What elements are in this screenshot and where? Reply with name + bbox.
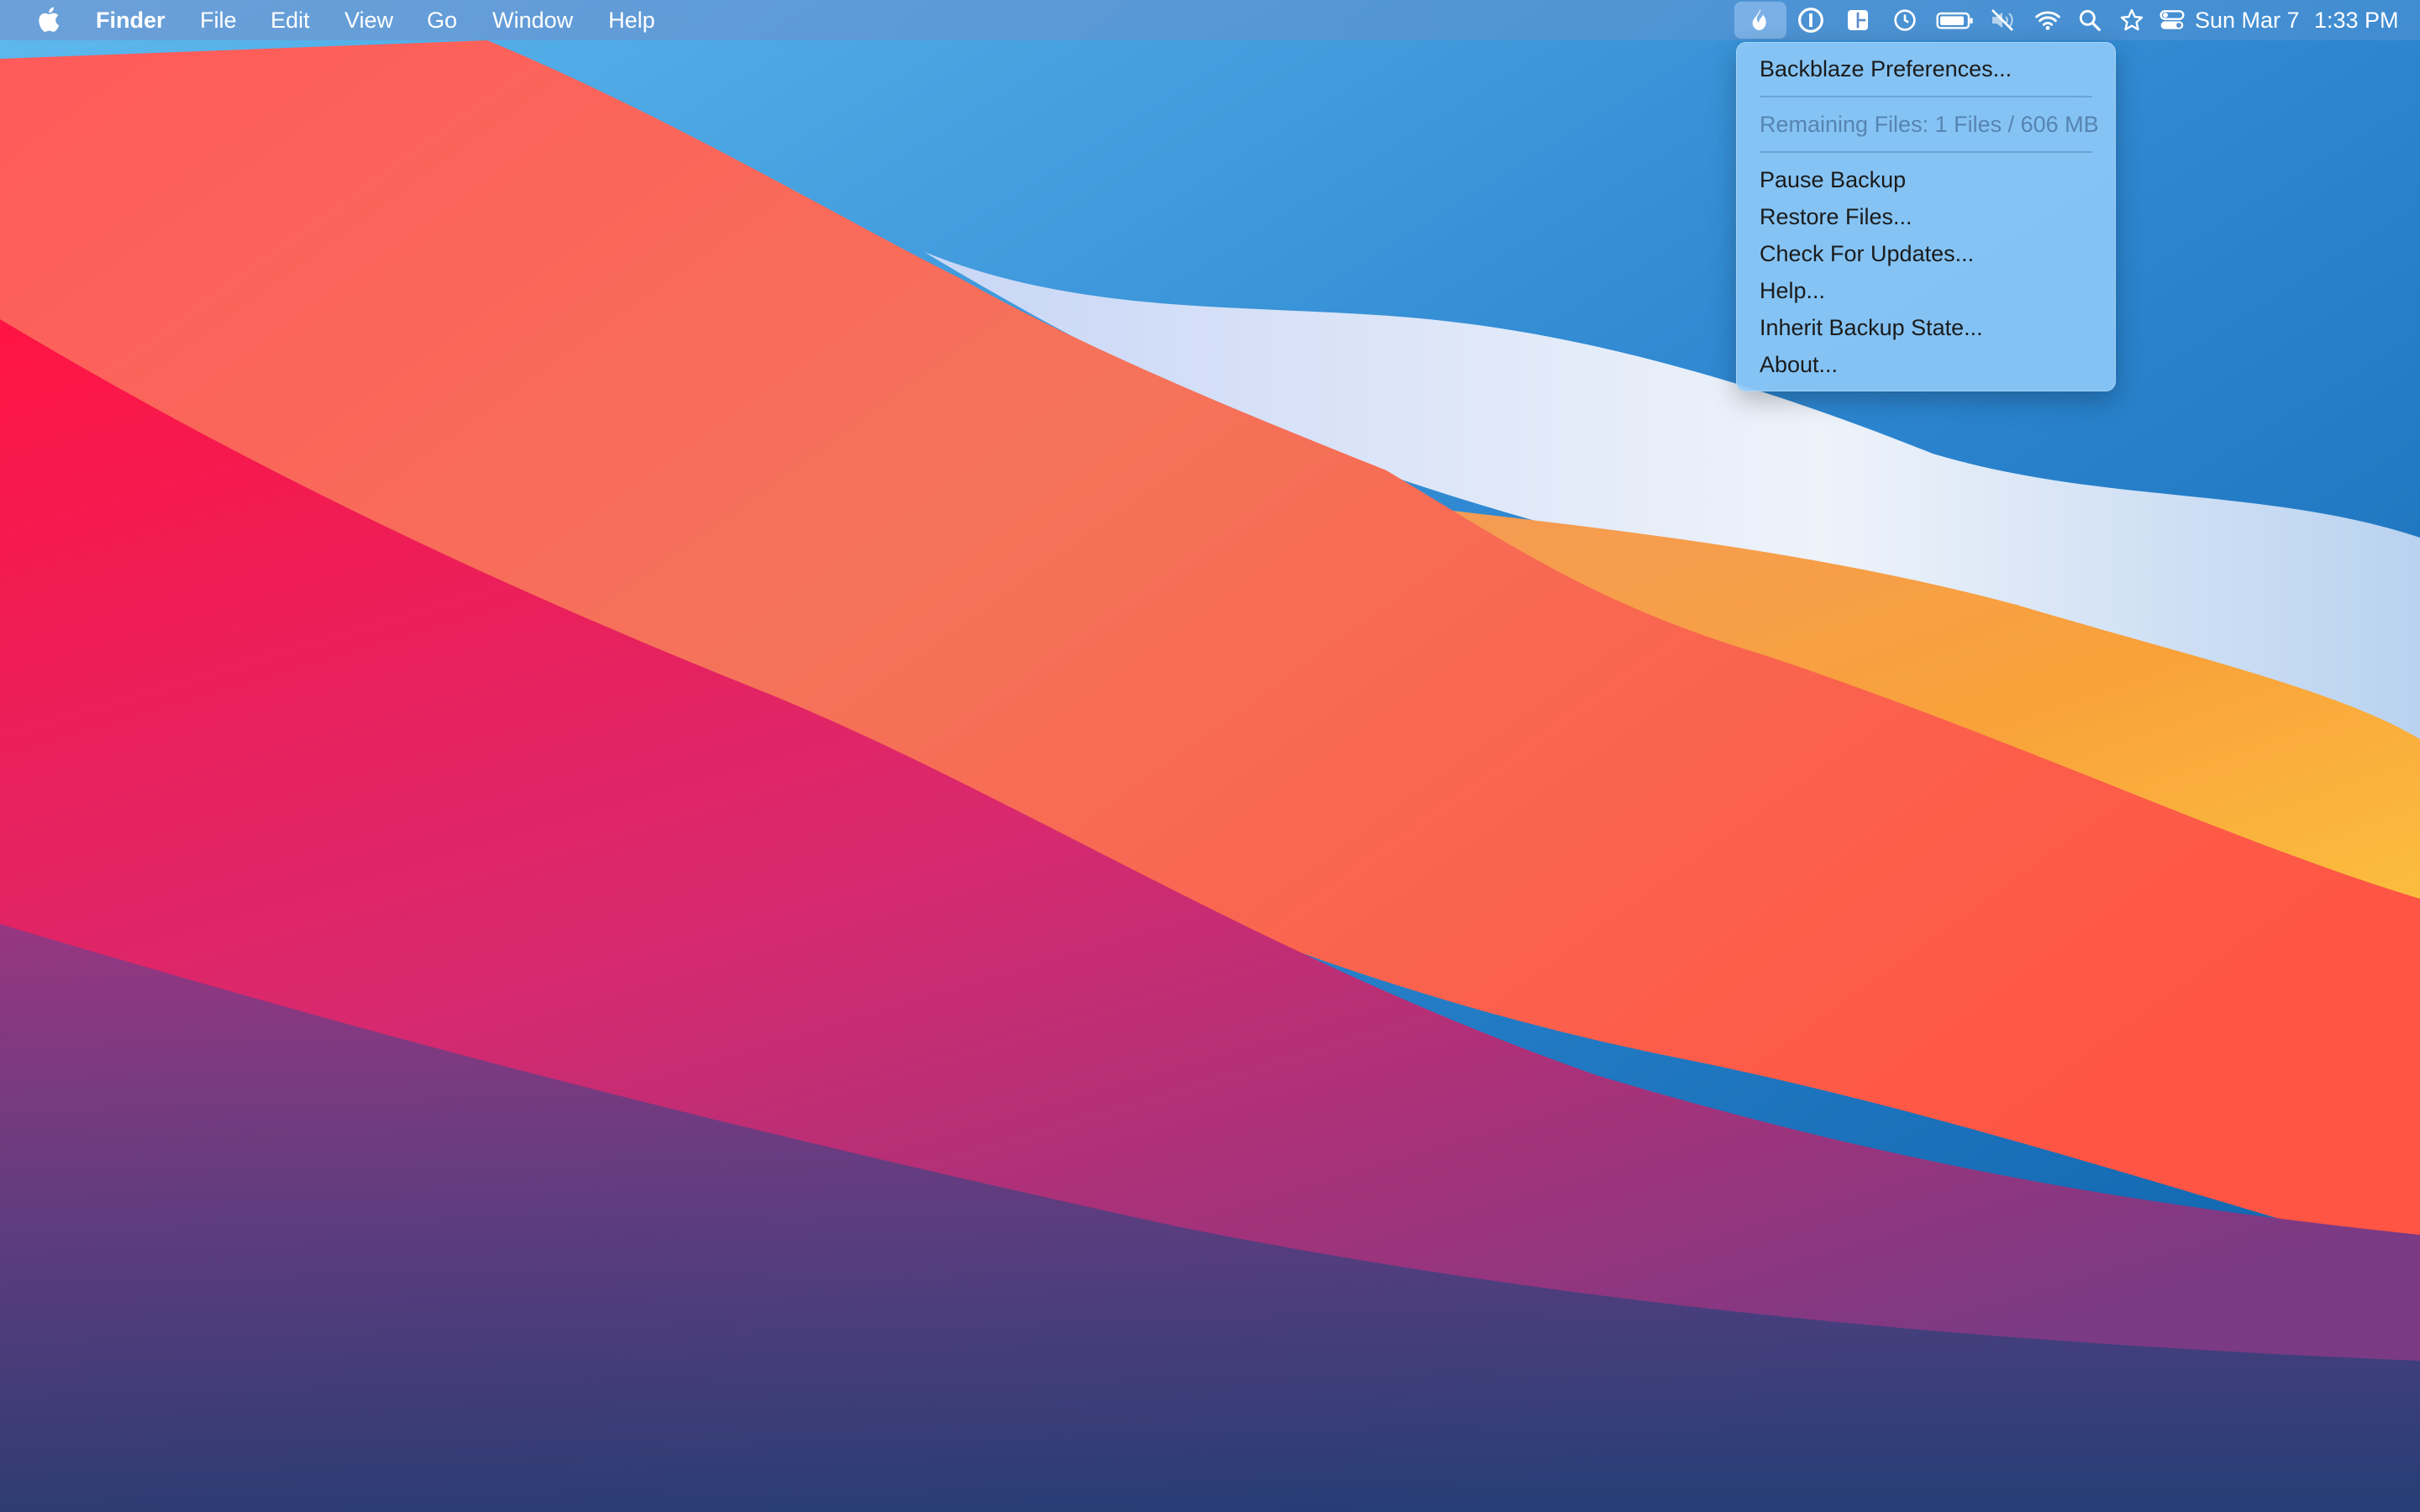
menu-bar: Finder File Edit View Go Window Help Sun… bbox=[0, 0, 2420, 40]
menu-separator bbox=[1760, 151, 2092, 153]
check-for-updates-item[interactable]: Check For Updates... bbox=[1760, 237, 1974, 270]
apple-menu-icon[interactable] bbox=[35, 5, 60, 34]
restore-files-item[interactable]: Restore Files... bbox=[1760, 200, 1912, 234]
backblaze-preferences-item[interactable]: Backblaze Preferences... bbox=[1760, 52, 2012, 86]
magnet-icon[interactable] bbox=[1844, 7, 1872, 34]
wifi-icon[interactable] bbox=[2033, 7, 2062, 34]
app-menu-finder[interactable]: Finder bbox=[96, 7, 166, 34]
battery-icon[interactable] bbox=[1934, 7, 1976, 34]
menu-window[interactable]: Window bbox=[492, 7, 573, 34]
menu-go[interactable]: Go bbox=[427, 7, 457, 34]
inherit-backup-state-item[interactable]: Inherit Backup State... bbox=[1760, 311, 1983, 344]
spotlight-icon[interactable] bbox=[2075, 7, 2104, 34]
menu-view[interactable]: View bbox=[345, 7, 393, 34]
menu-bar-date[interactable]: Sun Mar 7 bbox=[2195, 7, 2300, 34]
star-icon[interactable] bbox=[2118, 7, 2146, 34]
menu-file[interactable]: File bbox=[200, 7, 237, 34]
remaining-files-status: Remaining Files: 1 Files / 606 MB bbox=[1760, 112, 2099, 137]
menu-bar-time[interactable]: 1:33 PM bbox=[2314, 7, 2399, 34]
help-item[interactable]: Help... bbox=[1760, 274, 1825, 307]
control-center-icon[interactable] bbox=[2158, 7, 2186, 34]
backblaze-icon[interactable] bbox=[1746, 7, 1775, 34]
menu-help[interactable]: Help bbox=[608, 7, 655, 34]
menu-separator bbox=[1760, 96, 2092, 97]
time-machine-icon[interactable] bbox=[1891, 7, 1919, 34]
backblaze-menu: Backblaze Preferences... Remaining Files… bbox=[1736, 42, 2116, 391]
mute-icon[interactable] bbox=[1988, 7, 2017, 34]
menu-edit[interactable]: Edit bbox=[271, 7, 310, 34]
pause-backup-item[interactable]: Pause Backup bbox=[1760, 163, 1906, 197]
1password-icon[interactable] bbox=[1797, 7, 1825, 34]
about-item[interactable]: About... bbox=[1760, 348, 1838, 381]
